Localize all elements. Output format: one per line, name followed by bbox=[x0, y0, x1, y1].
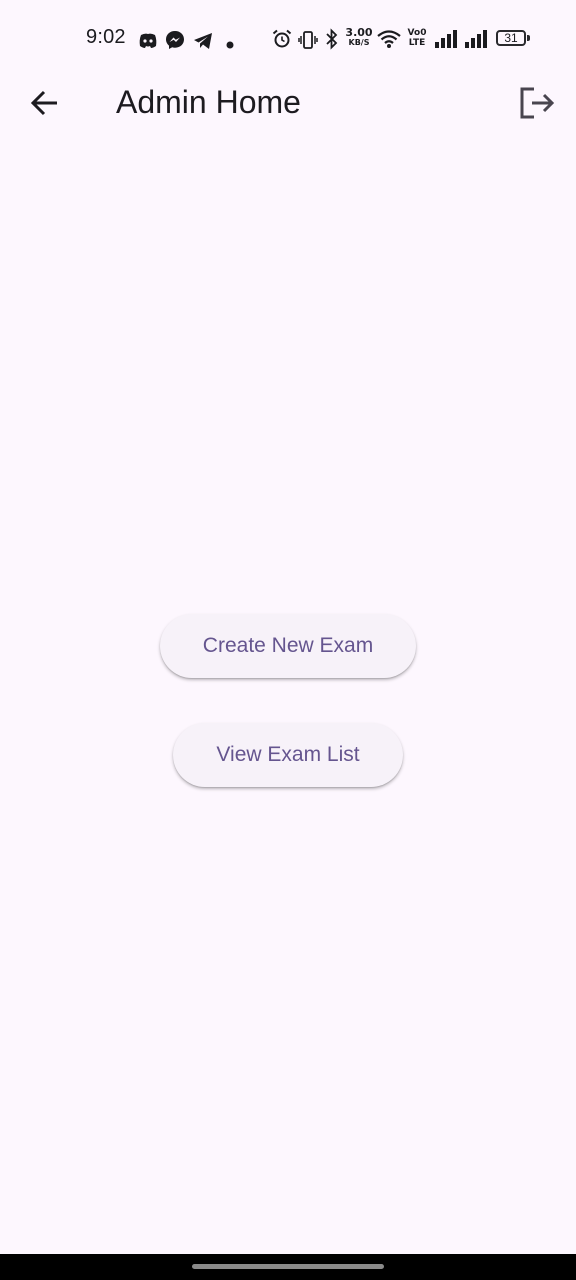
net-speed-indicator: 3.00 KB/S bbox=[344, 27, 374, 47]
volte-indicator: Vo0 LTE bbox=[406, 28, 428, 48]
status-time: 9:02 bbox=[86, 26, 126, 48]
discord-icon bbox=[139, 33, 157, 48]
signal-icon bbox=[465, 30, 487, 48]
volte-top-label: Vo0 bbox=[407, 28, 427, 38]
logout-icon bbox=[520, 87, 555, 119]
create-new-exam-button[interactable]: Create New Exam bbox=[160, 614, 416, 678]
volte-bottom-label: LTE bbox=[408, 38, 426, 48]
battery-tip bbox=[527, 35, 530, 41]
page-title: Admin Home bbox=[116, 84, 301, 120]
arrow-back-icon bbox=[30, 90, 57, 116]
net-speed-unit: KB/S bbox=[348, 38, 370, 47]
logout-button[interactable] bbox=[516, 82, 558, 124]
vibrate-icon bbox=[298, 31, 318, 49]
signal-icon bbox=[435, 30, 457, 48]
telegram-icon bbox=[194, 33, 212, 49]
status-bar: 9:02 3.00 KB/S Vo0 LTE 31 bbox=[0, 0, 576, 76]
app-bar: Admin Home bbox=[0, 76, 576, 128]
wifi-icon bbox=[377, 30, 401, 48]
messenger-icon bbox=[166, 31, 184, 49]
net-speed-value: 3.00 bbox=[345, 26, 373, 39]
alarm-icon bbox=[272, 29, 292, 48]
system-navigation-bar bbox=[0, 1254, 576, 1280]
back-button[interactable] bbox=[24, 82, 66, 124]
battery-level: 31 bbox=[504, 31, 518, 45]
home-gesture-handle[interactable] bbox=[192, 1264, 384, 1269]
battery-icon: 31 bbox=[496, 30, 526, 46]
view-exam-list-button[interactable]: View Exam List bbox=[173, 723, 403, 787]
admin-home-screen: 9:02 3.00 KB/S Vo0 LTE 31 Admin Home Cre… bbox=[0, 0, 576, 1280]
dot-icon bbox=[226, 41, 234, 49]
bluetooth-icon bbox=[326, 28, 338, 50]
